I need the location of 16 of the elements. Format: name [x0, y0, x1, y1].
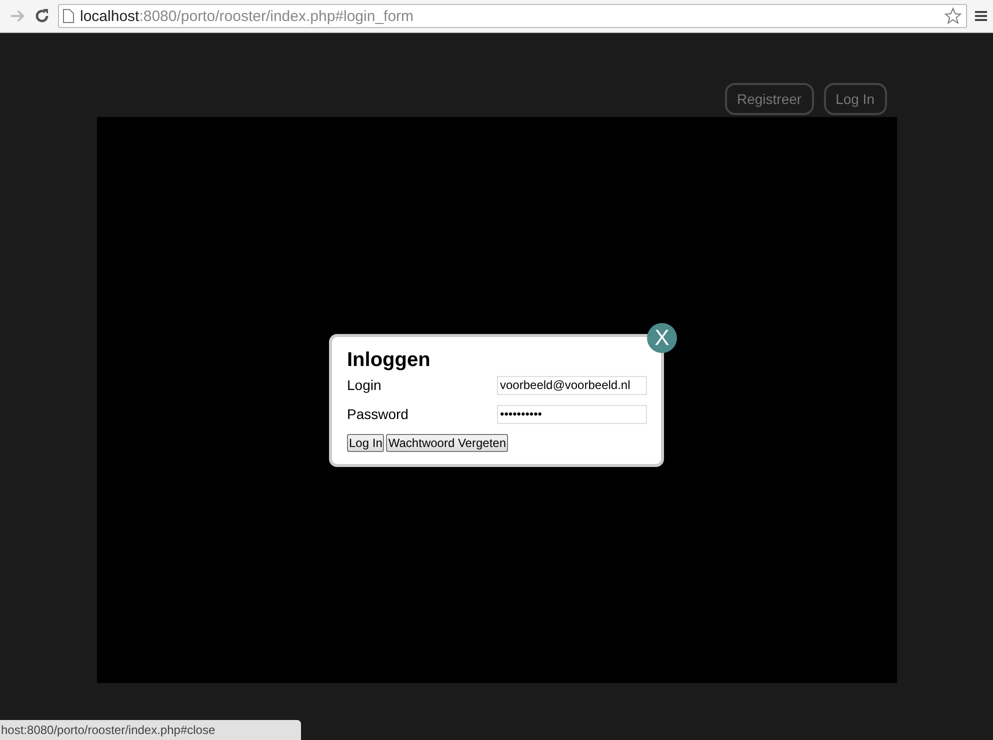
nav-button[interactable]: Log In	[824, 83, 886, 115]
input-field[interactable]: ••••••••••	[497, 404, 647, 424]
input-field[interactable]: voorbeeld@voorbeeld.nl	[497, 376, 647, 394]
page-icon	[63, 9, 74, 23]
form-button[interactable]: Log In	[347, 434, 384, 452]
reload-icon[interactable]	[34, 8, 50, 24]
star-icon[interactable]	[944, 7, 962, 25]
form-button[interactable]: Wachtwoord Vergeten	[386, 434, 508, 452]
address-bar[interactable]: localhost:8080/porto/rooster/index.php#login_form	[58, 4, 967, 28]
close-button[interactable]: X	[647, 322, 677, 352]
dialog-title: Inloggen	[347, 348, 432, 372]
menu-icon[interactable]	[975, 10, 987, 22]
field-label: Login	[347, 377, 382, 393]
status-bar: host:8080/porto/rooster/index.php#close	[0, 720, 301, 740]
field-label: Password	[347, 406, 408, 422]
nav-button[interactable]: Registreer	[724, 83, 814, 115]
